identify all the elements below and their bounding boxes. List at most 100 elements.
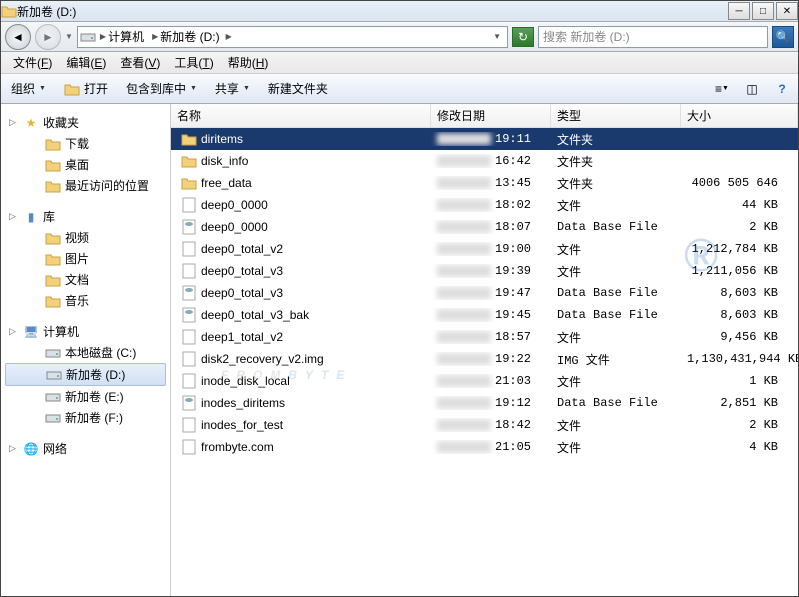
file-row[interactable]: deep0_total_v319:39文件1,211,056 KB (171, 260, 798, 282)
sidebar-item[interactable]: 桌面 (1, 154, 170, 175)
sidebar-group[interactable]: ▷★收藏夹 (1, 112, 170, 133)
file-row[interactable]: inodes_for_test18:42文件2 KB (171, 414, 798, 436)
file-icon (181, 285, 197, 301)
sidebar-group[interactable]: ▷🖥计算机 (1, 321, 170, 342)
menu-t[interactable]: 工具(T) (168, 52, 219, 73)
sidebar-item[interactable]: 新加卷 (D:) (5, 363, 166, 386)
share-button[interactable]: 共享 ▼ (211, 78, 254, 99)
column-size[interactable]: 大小 (681, 104, 798, 127)
breadcrumb-segment[interactable]: ▶新加卷 (D:)▶ (148, 28, 236, 45)
sidebar-group[interactable]: ▷🌐网络 (1, 438, 170, 459)
file-name: deep0_total_v3 (201, 264, 283, 278)
menu-v[interactable]: 查看(V) (114, 52, 166, 73)
history-dropdown-icon[interactable]: ▼ (65, 32, 73, 41)
open-button[interactable]: 打开 (60, 78, 112, 99)
navigation-bar: ◄ ► ▼ ▶计算机 ▶新加卷 (D:)▶ ▼ ↻ 搜索 新加卷 (D:) 🔍 (1, 22, 798, 52)
file-name: disk2_recovery_v2.img (201, 352, 324, 366)
file-row[interactable]: frombyte.com21:05文件4 KB (171, 436, 798, 458)
file-type: Data Base File (551, 308, 681, 322)
file-size: 2 KB (681, 220, 798, 234)
file-date: 18:07 (431, 220, 551, 234)
sidebar-item[interactable]: 文档 (1, 269, 170, 290)
file-type: Data Base File (551, 220, 681, 234)
file-icon (181, 329, 197, 345)
sidebar-item[interactable]: 下载 (1, 133, 170, 154)
search-button[interactable]: 🔍 (772, 26, 794, 48)
sidebar-item[interactable]: 新加卷 (E:) (1, 386, 170, 407)
address-bar[interactable]: ▶计算机 ▶新加卷 (D:)▶ ▼ (77, 26, 508, 48)
open-icon (64, 81, 80, 97)
minimize-button[interactable]: ─ (728, 2, 750, 20)
breadcrumb-segment[interactable]: ▶计算机 (96, 28, 148, 45)
sidebar: ▷★收藏夹下载桌面最近访问的位置 ▷▮库视频图片文档音乐 ▷🖥计算机本地磁盘 (C:… (1, 104, 171, 596)
file-date: 21:03 (431, 374, 551, 388)
file-type: 文件 (551, 417, 681, 434)
sidebar-item[interactable]: 本地磁盘 (C:) (1, 342, 170, 363)
back-button[interactable]: ◄ (5, 24, 31, 50)
file-name: disk_info (201, 154, 248, 168)
file-row[interactable]: diritems19:11文件夹 (171, 128, 798, 150)
file-row[interactable]: deep1_total_v218:57文件9,456 KB (171, 326, 798, 348)
sidebar-item[interactable]: 新加卷 (F:) (1, 407, 170, 428)
file-row[interactable]: inode_disk_local21:03文件1 KB (171, 370, 798, 392)
file-icon (181, 351, 197, 367)
file-row[interactable]: disk2_recovery_v2.img19:22IMG 文件1,130,43… (171, 348, 798, 370)
file-type: IMG 文件 (551, 351, 681, 368)
file-name: deep0_total_v2 (201, 242, 283, 256)
toolbar: 组织 ▼ 打开 包含到库中 ▼ 共享 ▼ 新建文件夹 ≡ ▼ ◫ ? (1, 74, 798, 104)
preview-pane-button[interactable]: ◫ (742, 79, 762, 99)
file-row[interactable]: disk_info16:42文件夹 (171, 150, 798, 172)
file-type: 文件 (551, 329, 681, 346)
include-library-button[interactable]: 包含到库中 ▼ (122, 78, 201, 99)
file-name: deep0_0000 (201, 198, 268, 212)
file-size: 4006 505 646 (681, 176, 798, 190)
file-date: 19:45 (431, 308, 551, 322)
maximize-button[interactable]: □ (752, 2, 774, 20)
file-name: inodes_for_test (201, 418, 283, 432)
view-options-button[interactable]: ≡ ▼ (712, 79, 732, 99)
refresh-button[interactable]: ↻ (512, 27, 534, 47)
search-input[interactable]: 搜索 新加卷 (D:) (538, 26, 768, 48)
file-list[interactable]: FROMBYTE ® diritems19:11文件夹disk_info16:4… (171, 128, 798, 596)
file-icon (181, 307, 197, 323)
file-type: 文件 (551, 241, 681, 258)
menu-e[interactable]: 编辑(E) (60, 52, 112, 73)
help-button[interactable]: ? (772, 79, 792, 99)
sidebar-item[interactable]: 最近访问的位置 (1, 175, 170, 196)
file-date: 19:47 (431, 286, 551, 300)
file-date: 13:45 (431, 176, 551, 190)
file-row[interactable]: free_data13:45文件夹4006 505 646 (171, 172, 798, 194)
file-size: 4 KB (681, 440, 798, 454)
file-row[interactable]: deep0_000018:02文件44 KB (171, 194, 798, 216)
file-icon (181, 219, 197, 235)
file-row[interactable]: deep0_total_v319:47Data Base File8,603 K… (171, 282, 798, 304)
file-type: 文件夹 (551, 153, 681, 170)
new-folder-button[interactable]: 新建文件夹 (264, 78, 332, 99)
address-dropdown-icon[interactable]: ▼ (489, 32, 505, 41)
menu-h[interactable]: 帮助(H) (222, 52, 275, 73)
column-type[interactable]: 类型 (551, 104, 681, 127)
file-row[interactable]: deep0_total_v219:00文件1,212,784 KB (171, 238, 798, 260)
menu-f[interactable]: 文件(F) (7, 52, 58, 73)
column-name[interactable]: 名称 (171, 104, 431, 127)
forward-button[interactable]: ► (35, 24, 61, 50)
organize-button[interactable]: 组织 ▼ (7, 78, 50, 99)
file-date: 19:12 (431, 396, 551, 410)
file-name: deep0_total_v3 (201, 286, 283, 300)
file-icon (181, 263, 197, 279)
file-row[interactable]: deep0_000018:07Data Base File2 KB (171, 216, 798, 238)
sidebar-group[interactable]: ▷▮库 (1, 206, 170, 227)
file-type: 文件 (551, 197, 681, 214)
file-date: 21:05 (431, 440, 551, 454)
file-date: 19:39 (431, 264, 551, 278)
sidebar-item[interactable]: 音乐 (1, 290, 170, 311)
close-button[interactable]: ✕ (776, 2, 798, 20)
file-row[interactable]: deep0_total_v3_bak19:45Data Base File8,6… (171, 304, 798, 326)
file-name: deep1_total_v2 (201, 330, 283, 344)
sidebar-item[interactable]: 视频 (1, 227, 170, 248)
sidebar-item[interactable]: 图片 (1, 248, 170, 269)
menu-bar: 文件(F)编辑(E)查看(V)工具(T)帮助(H) (1, 52, 798, 74)
column-date[interactable]: 修改日期 (431, 104, 551, 127)
file-size: 1,130,431,944 KB (681, 352, 798, 366)
file-row[interactable]: inodes_diritems19:12Data Base File2,851 … (171, 392, 798, 414)
